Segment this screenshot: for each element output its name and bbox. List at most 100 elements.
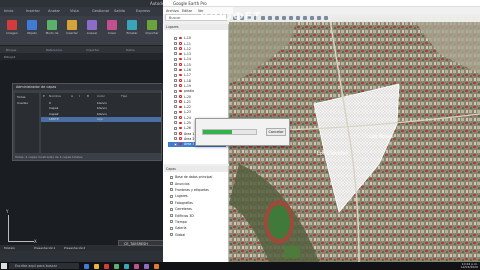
ge-layer-item[interactable]: Galería <box>166 226 226 231</box>
place-item[interactable]: predio <box>168 89 226 94</box>
checkbox-icon[interactable] <box>170 188 173 192</box>
layer-column-header[interactable]: E <box>43 94 45 98</box>
checkbox-icon[interactable] <box>170 220 173 224</box>
place-item[interactable]: L-16 <box>168 68 226 73</box>
ge-menu-item[interactable]: Archivo <box>166 9 179 13</box>
place-item[interactable]: L-10 <box>168 36 226 41</box>
place-item[interactable]: L-19 <box>168 84 226 89</box>
ge-layer-item[interactable]: Fronteras y etiquetas <box>166 188 226 193</box>
ge-layer-item[interactable]: Base de datos principal <box>166 175 226 180</box>
place-item[interactable]: L-17 <box>168 73 226 78</box>
checkbox-icon[interactable] <box>170 201 173 205</box>
layer-row[interactable]: LIMITE rojo <box>41 116 161 122</box>
ge-toolbar-button-icon[interactable] <box>324 15 328 20</box>
place-item[interactable]: L-22 <box>168 105 226 110</box>
layer-column-header[interactable]: A <box>71 94 73 98</box>
place-item[interactable]: L-11 <box>168 41 226 46</box>
layout-tab[interactable]: Presentación1 <box>34 246 55 250</box>
checkbox-icon[interactable] <box>174 52 177 56</box>
ge-toolbar-button-icon[interactable] <box>268 15 272 20</box>
ribbon-button[interactable]: Objeto <box>23 19 41 43</box>
checkbox-icon[interactable] <box>174 116 177 119</box>
checkbox-icon[interactable] <box>174 84 177 88</box>
ribbon-button[interactable]: Modo de <box>43 19 61 43</box>
place-item[interactable]: L-18 <box>168 78 226 83</box>
checkbox-icon[interactable] <box>174 105 177 109</box>
ribbon-button[interactable]: Importar <box>143 19 161 43</box>
place-item[interactable]: L-15 <box>168 63 226 68</box>
place-item[interactable]: L-21 <box>168 100 226 105</box>
checkbox-icon[interactable] <box>174 110 177 114</box>
taskbar-clock[interactable]: 10:24 p.m. 12/03/2020 <box>452 262 478 270</box>
layout-tab[interactable]: Modelo <box>4 246 15 250</box>
ribbon-tab[interactable]: Vista <box>70 9 79 13</box>
layout-tab[interactable]: Presentación2 <box>64 246 85 250</box>
ge-layer-item[interactable]: Tiempo <box>166 220 226 225</box>
ge-layers-header[interactable]: Capas <box>164 166 228 172</box>
ge-layer-item[interactable]: Carreteras <box>166 207 226 212</box>
layer-column-header[interactable]: B <box>87 94 89 98</box>
checkbox-icon[interactable] <box>174 57 177 61</box>
ribbon-tab[interactable]: Inicio <box>4 9 14 13</box>
ge-layer-item[interactable]: Global <box>166 233 226 238</box>
ribbon-tab[interactable]: Gestionar <box>92 9 109 13</box>
taskbar-app-icon[interactable] <box>124 263 129 269</box>
checkbox-icon[interactable] <box>170 175 173 179</box>
ribbon-tab[interactable]: Express <box>136 9 150 13</box>
ribbon-button[interactable]: Crear <box>103 19 121 43</box>
checkbox-icon[interactable] <box>174 131 177 135</box>
checkbox-icon[interactable] <box>174 100 177 104</box>
place-item[interactable]: L-13 <box>168 52 226 57</box>
layer-column-header[interactable]: Nombre <box>49 94 61 98</box>
checkbox-icon[interactable] <box>174 126 177 130</box>
cad-file-tab[interactable]: Dibujo1 <box>0 53 165 60</box>
ribbon-button[interactable]: Anexar <box>83 19 101 43</box>
ge-toolbar-button-icon[interactable] <box>310 15 314 20</box>
taskbar-app-icon[interactable] <box>114 263 119 269</box>
layer-row[interactable]: Capa1 blanco <box>41 106 161 111</box>
ge-layer-item[interactable]: Lugares <box>166 194 226 199</box>
ribbon-tab[interactable]: Insertar <box>26 9 40 13</box>
checkbox-icon[interactable] <box>170 181 173 185</box>
checkbox-icon[interactable] <box>174 121 177 125</box>
layer-filter-item[interactable]: Usadas <box>17 101 28 105</box>
ge-layer-item[interactable]: Anuncios <box>166 181 226 186</box>
checkbox-icon[interactable] <box>174 47 177 51</box>
taskbar-app-icon[interactable] <box>104 263 109 269</box>
ribbon-tab[interactable]: Salida <box>114 9 125 13</box>
taskbar-app-icon[interactable] <box>94 263 99 269</box>
checkbox-icon[interactable] <box>170 226 173 230</box>
place-item[interactable]: L-23 <box>168 110 226 115</box>
ge-toolbar-button-icon[interactable] <box>296 15 300 20</box>
checkbox-icon[interactable] <box>174 137 177 141</box>
checkbox-icon[interactable] <box>174 73 177 77</box>
ge-layer-item[interactable]: Edificios 3D <box>166 213 226 218</box>
layer-column-header[interactable]: I <box>79 94 80 98</box>
checkbox-icon[interactable] <box>174 41 177 45</box>
command-line[interactable]: CE_TAESRESH <box>118 240 165 246</box>
ge-toolbar-button-icon[interactable] <box>303 15 307 20</box>
layer-column-header[interactable]: Tipo <box>121 94 127 98</box>
ge-menu-item[interactable]: Editar <box>182 9 192 13</box>
layer-row[interactable]: Capa2 blanco <box>41 111 161 116</box>
taskbar-app-icon[interactable] <box>154 263 159 269</box>
checkbox-icon[interactable] <box>170 233 173 237</box>
checkbox-icon[interactable] <box>174 89 177 93</box>
checkbox-icon[interactable] <box>174 78 177 82</box>
place-item[interactable]: L-14 <box>168 57 226 62</box>
ribbon-button[interactable]: Insertar <box>63 19 81 43</box>
checkbox-icon[interactable] <box>174 63 177 66</box>
start-button[interactable] <box>1 263 7 269</box>
checkbox-icon[interactable] <box>174 142 177 146</box>
checkbox-icon[interactable] <box>174 68 177 72</box>
taskbar-app-icon[interactable] <box>144 263 149 269</box>
ge-toolbar-button-icon[interactable] <box>289 15 293 20</box>
checkbox-icon[interactable] <box>170 194 173 198</box>
ge-layer-item[interactable]: Fotografías <box>166 201 226 206</box>
layer-filter-item[interactable]: Todas <box>17 95 25 99</box>
checkbox-icon[interactable] <box>170 213 173 217</box>
place-item[interactable]: L-20 <box>168 94 226 99</box>
ge-toolbar-button-icon[interactable] <box>275 15 279 20</box>
ge-toolbar-button-icon[interactable] <box>282 15 286 20</box>
ge-toolbar-button-icon[interactable] <box>317 15 321 20</box>
